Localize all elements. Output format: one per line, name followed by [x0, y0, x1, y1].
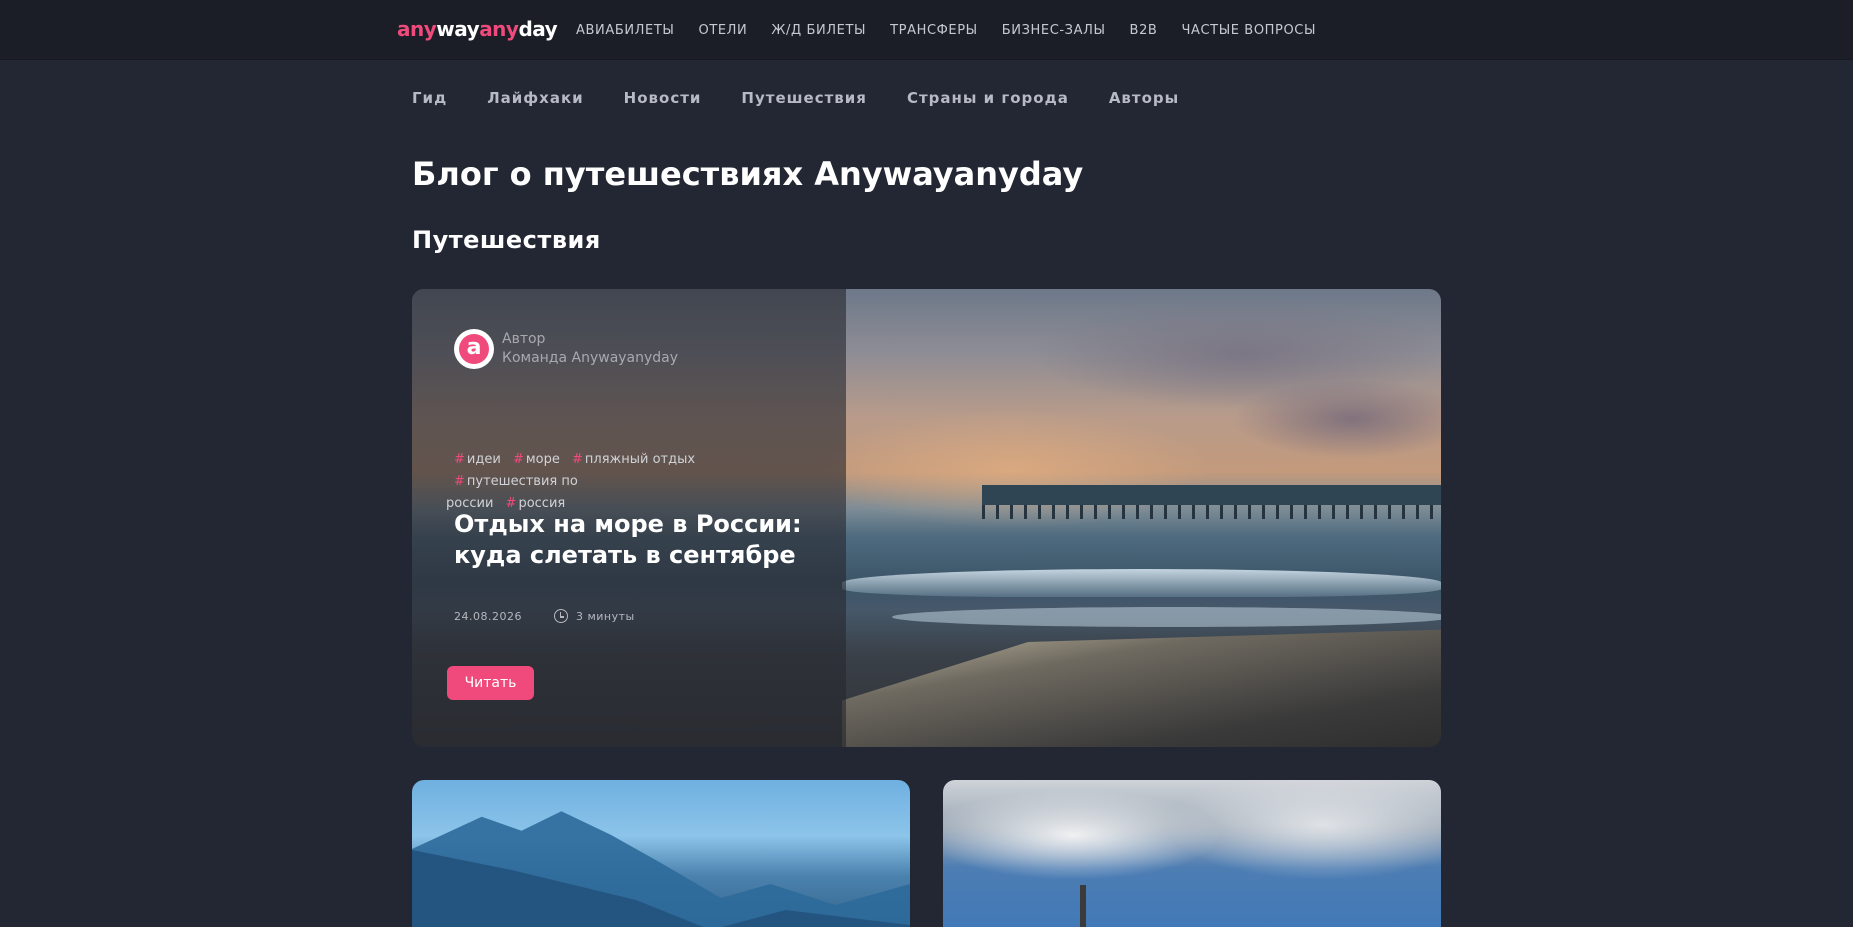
author-avatar: a	[454, 329, 494, 369]
logo[interactable]: anywayanyday	[397, 17, 558, 41]
nav-b2b[interactable]: B2B	[1130, 23, 1158, 38]
read-button[interactable]: Читать	[447, 666, 534, 700]
tag-label: море	[525, 452, 560, 467]
tag-beach-holiday[interactable]: # пляжный отдых	[572, 452, 695, 467]
clock-icon	[553, 609, 568, 623]
nav-transfers[interactable]: ТРАНСФЕРЫ	[890, 23, 978, 38]
nav-hotels[interactable]: ОТЕЛИ	[698, 23, 747, 38]
tag-travel-russia[interactable]: # путешествия по	[454, 474, 578, 489]
article-date: 24.08.2026	[454, 609, 522, 623]
article-title[interactable]: Отдых на море в России: куда слетать в с…	[454, 509, 854, 571]
tag-hash: #	[454, 452, 465, 467]
tag-hash: #	[512, 452, 524, 467]
subnav-lifehacks[interactable]: Лайфхаки	[487, 89, 583, 107]
top-header: anywayanyday АВИАБИЛЕТЫ ОТЕЛИ Ж/Д БИЛЕТЫ…	[0, 0, 1853, 60]
main-nav: АВИАБИЛЕТЫ ОТЕЛИ Ж/Д БИЛЕТЫ ТРАНСФЕРЫ БИ…	[576, 23, 1340, 38]
author-block[interactable]: a Автор Команда Anywayanyday	[454, 329, 678, 369]
subnav-authors[interactable]: Авторы	[1109, 89, 1179, 107]
tag-label: идеи	[466, 452, 501, 467]
tag-ideas[interactable]: # идеи	[454, 452, 501, 467]
subnav-countries-cities[interactable]: Страны и города	[907, 89, 1069, 107]
subnav-guide[interactable]: Гид	[412, 89, 447, 107]
logo-part-any-2: any	[479, 17, 519, 41]
article-meta: 24.08.2026 3 минуты	[454, 609, 635, 623]
blog-subnav: Гид Лайфхаки Новости Путешествия Страны …	[412, 89, 1219, 107]
article-card-clouds[interactable]	[943, 780, 1441, 927]
subnav-travel[interactable]: Путешествия	[741, 89, 867, 107]
subnav-news[interactable]: Новости	[624, 89, 702, 107]
nav-business-lounges[interactable]: БИЗНЕС-ЗАЛЫ	[1002, 23, 1106, 38]
nav-rail-tickets[interactable]: Ж/Д БИЛЕТЫ	[771, 23, 866, 38]
nav-flights[interactable]: АВИАБИЛЕТЫ	[576, 23, 674, 38]
logo-part-any: any	[397, 17, 437, 41]
tag-hash: #	[572, 452, 583, 467]
section-title: Путешествия	[412, 226, 601, 254]
logo-part-way: way	[436, 17, 480, 41]
tag-label: путешествия по	[466, 474, 578, 489]
page-title: Блог о путешествиях Anywayanyday	[412, 155, 1084, 193]
tag-list: # идеи # море # пляжный отдых # путешествия …	[446, 449, 826, 515]
nav-faq[interactable]: ЧАСТЫЕ ВОПРОСЫ	[1181, 23, 1316, 38]
featured-article-card[interactable]: a Автор Команда Anywayanyday # идеи # море…	[412, 289, 1441, 747]
tag-sea[interactable]: # море	[513, 452, 560, 467]
read-time: 3 минуты	[575, 609, 635, 623]
avatar-letter: a	[459, 334, 489, 364]
author-name: Команда Anywayanyday	[502, 350, 679, 366]
logo-part-day: day	[518, 17, 558, 41]
tag-label: пляжный отдых	[584, 452, 696, 467]
author-role: Автор	[502, 331, 546, 347]
tag-hash: #	[454, 474, 465, 489]
article-card-mountains[interactable]	[412, 780, 910, 927]
